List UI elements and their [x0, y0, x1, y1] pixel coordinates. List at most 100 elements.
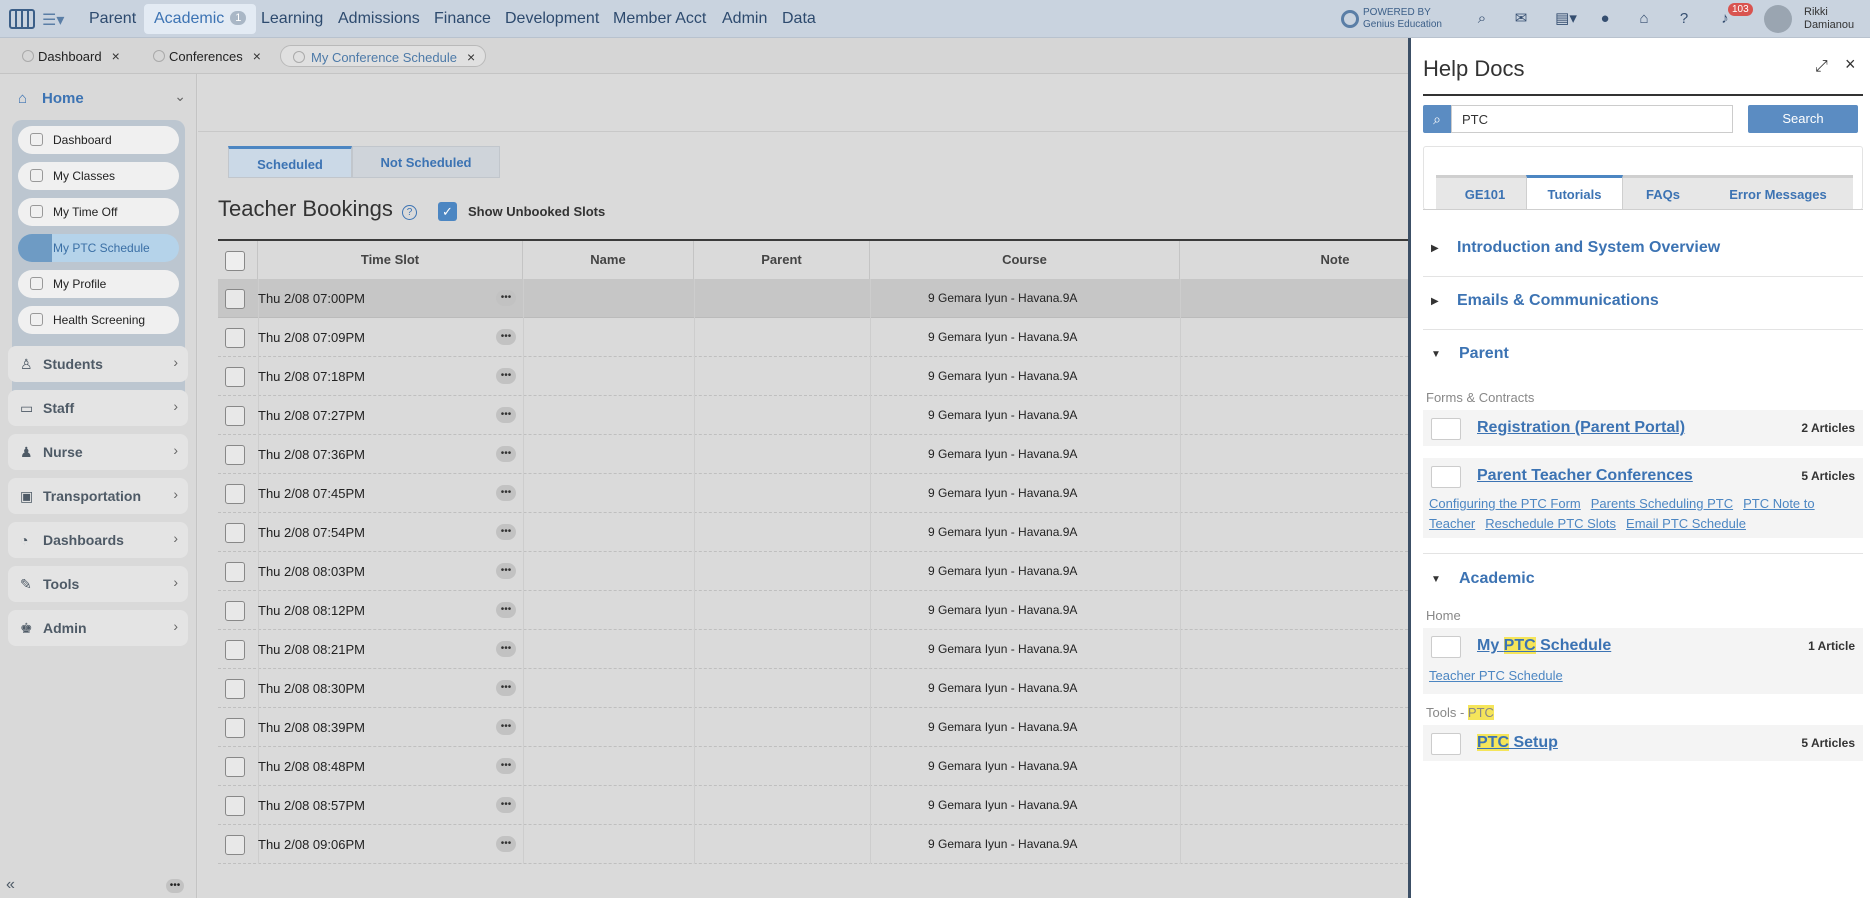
table-row[interactable]: Thu 2/08 07:00PM ••• 9 Gemara Iyun - Havan… — [218, 279, 1408, 318]
row-more-options-icon[interactable]: ••• — [496, 641, 516, 657]
help-search-input[interactable] — [1451, 105, 1733, 133]
row-more-options-icon[interactable]: ••• — [496, 797, 516, 813]
table-row[interactable]: Thu 2/08 08:57PM ••• 9 Gemara Iyun - Havan… — [218, 786, 1408, 825]
row-checkbox[interactable] — [225, 796, 245, 816]
sidebar-item-health-screening[interactable]: Health Screening — [18, 306, 179, 334]
sidebar-item-tools[interactable]: ✎ Tools › — [8, 566, 188, 602]
table-row[interactable]: Thu 2/08 08:12PM ••• 9 Gemara Iyun - Havan… — [218, 591, 1408, 630]
sidebar-item-admin[interactable]: ♚ Admin › — [8, 610, 188, 646]
nav-member-acct[interactable]: Member Acct — [613, 0, 706, 38]
table-row[interactable]: Thu 2/08 07:09PM ••• 9 Gemara Iyun - Havan… — [218, 318, 1408, 357]
article-group-registration[interactable]: Registration (Parent Portal) 2 Articles — [1423, 410, 1863, 446]
table-row[interactable]: Thu 2/08 08:48PM ••• 9 Gemara Iyun - Havan… — [218, 747, 1408, 786]
table-row[interactable]: Thu 2/08 07:54PM ••• 9 Gemara Iyun - Havan… — [218, 513, 1408, 552]
row-more-options-icon[interactable]: ••• — [496, 563, 516, 579]
tab-not-scheduled[interactable]: Not Scheduled — [352, 146, 500, 178]
nav-academic[interactable]: Academic 1 — [144, 4, 257, 34]
row-checkbox[interactable] — [225, 289, 245, 309]
category-emails[interactable]: ▶ Emails & Communications — [1423, 277, 1863, 330]
row-checkbox[interactable] — [225, 523, 245, 543]
close-icon[interactable]: × — [1845, 54, 1856, 75]
sidebar-item-nurse[interactable]: ♟ Nurse › — [8, 434, 188, 470]
row-checkbox[interactable] — [225, 406, 245, 426]
row-checkbox[interactable] — [225, 757, 245, 777]
tab-error-messages[interactable]: Error Messages — [1703, 175, 1853, 209]
row-more-options-icon[interactable]: ••• — [496, 368, 516, 384]
row-checkbox[interactable] — [225, 601, 245, 621]
row-more-options-icon[interactable]: ••• — [496, 290, 516, 306]
sidebar-item-dashboard[interactable]: Dashboard — [18, 126, 179, 154]
row-more-options-icon[interactable]: ••• — [496, 836, 516, 852]
show-unbooked-checkbox[interactable]: ✓ — [438, 202, 457, 221]
more-options-icon[interactable]: ••• — [166, 879, 184, 893]
table-row[interactable]: Thu 2/08 07:45PM ••• 9 Gemara Iyun - Havan… — [218, 474, 1408, 513]
row-more-options-icon[interactable]: ••• — [496, 329, 516, 345]
category-introduction[interactable]: ▶ Introduction and System Overview — [1423, 224, 1863, 277]
search-icon[interactable]: ⌕ — [1472, 9, 1492, 29]
column-header-name[interactable]: Name — [523, 241, 694, 279]
sidebar-item-staff[interactable]: ▭ Staff › — [8, 390, 188, 426]
column-header-time-slot[interactable]: Time Slot — [258, 241, 523, 279]
table-row[interactable]: Thu 2/08 09:06PM ••• 9 Gemara Iyun - Havan… — [218, 825, 1408, 864]
row-checkbox[interactable] — [225, 484, 245, 504]
chevron-down-icon[interactable]: ⌄ — [174, 88, 186, 105]
expand-icon[interactable]: ⤢ — [1815, 58, 1828, 76]
article-link[interactable]: Parents Scheduling PTC — [1591, 496, 1733, 511]
article-group-ptc-setup[interactable]: PTC Setup 5 Articles — [1423, 725, 1863, 761]
table-row[interactable]: Thu 2/08 08:39PM ••• 9 Gemara Iyun - Havan… — [218, 708, 1408, 747]
row-more-options-icon[interactable]: ••• — [496, 758, 516, 774]
collapse-sidebar-icon[interactable]: « — [6, 876, 15, 894]
row-more-options-icon[interactable]: ••• — [496, 485, 516, 501]
nav-finance[interactable]: Finance — [434, 0, 491, 38]
table-row[interactable]: Thu 2/08 08:03PM ••• 9 Gemara Iyun - Havan… — [218, 552, 1408, 591]
table-row[interactable]: Thu 2/08 07:27PM ••• 9 Gemara Iyun - Havan… — [218, 396, 1408, 435]
tab-faqs[interactable]: FAQs — [1623, 175, 1703, 209]
row-more-options-icon[interactable]: ••• — [496, 719, 516, 735]
sidebar-item-my-time-off[interactable]: My Time Off — [18, 198, 179, 226]
table-row[interactable]: Thu 2/08 08:30PM ••• 9 Gemara Iyun - Havan… — [218, 669, 1408, 708]
category-academic[interactable]: ▼ Academic — [1423, 555, 1863, 608]
article-group-title[interactable]: PTC Setup — [1477, 734, 1558, 752]
mail-icon[interactable]: ✉ — [1511, 9, 1531, 29]
row-checkbox[interactable] — [225, 640, 245, 660]
table-row[interactable]: Thu 2/08 07:36PM ••• 9 Gemara Iyun - Havan… — [218, 435, 1408, 474]
tab-conferences[interactable]: Conferences × — [147, 45, 261, 67]
category-parent[interactable]: ▼ Parent — [1423, 330, 1863, 383]
sidebar-item-my-ptc-schedule[interactable]: My PTC Schedule — [18, 234, 179, 262]
sidebar-item-my-classes[interactable]: My Classes — [18, 162, 179, 190]
building-icon[interactable]: ⌂ — [1634, 9, 1654, 29]
row-checkbox[interactable] — [225, 367, 245, 387]
avatar[interactable] — [1764, 5, 1792, 33]
row-more-options-icon[interactable]: ••• — [496, 407, 516, 423]
help-icon[interactable]: ? — [1674, 9, 1694, 29]
article-group-title[interactable]: Registration (Parent Portal) — [1477, 419, 1685, 437]
select-all-checkbox[interactable] — [225, 251, 245, 271]
article-link[interactable]: Reschedule PTC Slots — [1485, 516, 1616, 531]
table-row[interactable]: Thu 2/08 08:21PM ••• 9 Gemara Iyun - Havan… — [218, 630, 1408, 669]
app-logo-icon[interactable] — [8, 7, 36, 31]
nav-admissions[interactable]: Admissions — [338, 0, 420, 38]
article-link[interactable]: Configuring the PTC Form — [1429, 496, 1581, 511]
row-checkbox[interactable] — [225, 562, 245, 582]
nav-development[interactable]: Development — [505, 0, 599, 38]
article-link[interactable]: Teacher PTC Schedule — [1429, 668, 1563, 683]
hamburger-menu-icon[interactable]: ☰▾ — [42, 10, 64, 30]
sidebar-item-students[interactable]: ♙ Students › — [8, 346, 188, 382]
row-checkbox[interactable] — [225, 328, 245, 348]
column-header-course[interactable]: Course — [870, 241, 1180, 279]
table-row[interactable]: Thu 2/08 07:18PM ••• 9 Gemara Iyun - Havan… — [218, 357, 1408, 396]
article-group-title[interactable]: My PTC Schedule — [1477, 637, 1611, 655]
article-link[interactable]: Email PTC Schedule — [1626, 516, 1746, 531]
tab-my-conference-schedule[interactable]: My Conference Schedule × — [280, 45, 487, 67]
close-icon[interactable]: × — [253, 48, 261, 64]
close-icon[interactable]: × — [112, 48, 120, 64]
close-icon[interactable]: × — [467, 49, 475, 65]
row-more-options-icon[interactable]: ••• — [496, 602, 516, 618]
column-header-parent[interactable]: Parent — [694, 241, 870, 279]
sidebar-item-dashboards[interactable]: ◔ Dashboards › — [8, 522, 188, 558]
tab-scheduled[interactable]: Scheduled — [228, 146, 352, 178]
nav-data[interactable]: Data — [782, 0, 816, 38]
documents-icon[interactable]: ▤▾ — [1552, 9, 1580, 29]
nav-learning[interactable]: Learning — [261, 0, 323, 38]
row-more-options-icon[interactable]: ••• — [496, 680, 516, 696]
